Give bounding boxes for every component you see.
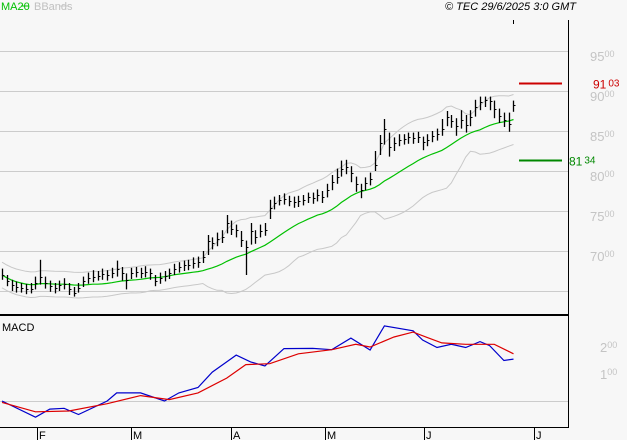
chart-background: [0, 0, 627, 440]
month-label: M: [133, 430, 142, 440]
month-label: J: [426, 430, 432, 440]
copyright-text: © TEC 29/6/2025 3:0 GMT: [445, 1, 577, 13]
month-label: J: [536, 430, 542, 440]
month-label: M: [327, 430, 336, 440]
macd-title: MACD: [2, 322, 34, 334]
stock-chart: MA20 BBands © TEC 29/6/2025 3:0 GMT 91 03…: [0, 0, 627, 440]
month-label: F: [39, 430, 46, 440]
month-label: A: [233, 430, 241, 440]
legend-bbands: BBands: [34, 1, 73, 13]
legend-ma20: MA20: [1, 1, 30, 13]
